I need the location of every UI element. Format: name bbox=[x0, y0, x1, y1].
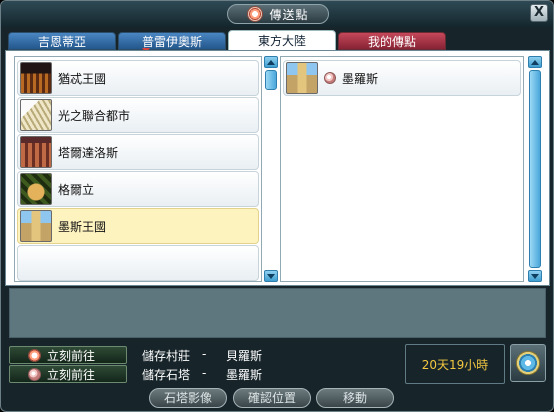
region-list: 猶忒王國 光之聯合都市 塔爾達洛斯 格爾立 墨斯王國 bbox=[14, 56, 262, 282]
separator: - bbox=[202, 347, 207, 361]
destination-label: 墨羅斯 bbox=[342, 71, 379, 86]
tab-gientia[interactable]: 吉恩蒂亞 bbox=[8, 32, 116, 50]
window-title: 傳送點 bbox=[269, 7, 309, 22]
tab-preos[interactable]: 普雷伊奧斯 bbox=[118, 32, 226, 50]
go-stone-button[interactable]: 立刻前往 bbox=[9, 365, 127, 383]
tab-my-teleports[interactable]: 我的傳點 bbox=[338, 32, 446, 50]
region-label: 墨斯王國 bbox=[58, 219, 107, 234]
stone-icon bbox=[324, 72, 336, 84]
region-label: 塔爾達洛斯 bbox=[58, 145, 119, 160]
fortress-thumbnail-icon bbox=[20, 62, 52, 94]
tower-thumbnail-icon bbox=[20, 136, 52, 168]
saved-village-label: 儲存村莊 bbox=[142, 349, 191, 363]
title-bar: 傳送點 X bbox=[1, 1, 553, 27]
forest-thumbnail-icon bbox=[20, 173, 52, 205]
destination-row[interactable]: 墨羅斯 bbox=[283, 60, 521, 96]
scroll-down-button[interactable] bbox=[528, 270, 542, 282]
scroll-up-button[interactable] bbox=[264, 56, 278, 68]
region-label: 猶忒王國 bbox=[58, 71, 107, 86]
remaining-time: 20天19小時 bbox=[405, 344, 505, 384]
gear-icon bbox=[247, 6, 264, 22]
title-pill: 傳送點 bbox=[227, 4, 329, 24]
region-row[interactable]: 猶忒王國 bbox=[17, 60, 259, 96]
destination-scrollbar[interactable] bbox=[528, 56, 542, 282]
stone-icon bbox=[28, 367, 41, 381]
scroll-down-button[interactable] bbox=[264, 270, 278, 282]
city-thumbnail-icon bbox=[20, 99, 52, 131]
go-village-label: 立刻前往 bbox=[47, 348, 96, 363]
separator: - bbox=[202, 366, 207, 380]
confirm-location-button[interactable]: 確認位置 bbox=[233, 388, 311, 408]
saved-village-value: 貝羅斯 bbox=[226, 349, 263, 363]
castle-thumbnail-icon bbox=[20, 210, 52, 242]
stone-image-button[interactable]: 石塔影像 bbox=[149, 388, 227, 408]
move-button[interactable]: 移動 bbox=[316, 388, 394, 408]
teleport-window: 傳送點 X 吉恩蒂亞 普雷伊奧斯 東方大陸 我的傳點 猶忒王國 光之聯合都市 塔… bbox=[0, 0, 554, 412]
description-box bbox=[9, 288, 546, 338]
compass-icon bbox=[516, 351, 540, 375]
region-label: 光之聯合都市 bbox=[58, 108, 131, 123]
go-stone-label: 立刻前往 bbox=[47, 367, 96, 382]
saved-stone-label: 儲存石塔 bbox=[142, 368, 191, 382]
empty-row bbox=[17, 245, 259, 281]
region-scrollbar[interactable] bbox=[264, 56, 278, 282]
region-row[interactable]: 光之聯合都市 bbox=[17, 97, 259, 133]
scroll-up-button[interactable] bbox=[528, 56, 542, 68]
scroll-thumb[interactable] bbox=[529, 70, 541, 268]
scroll-thumb[interactable] bbox=[265, 70, 277, 90]
tab-eastern-continent[interactable]: 東方大陸 bbox=[228, 30, 336, 51]
close-button[interactable]: X bbox=[530, 4, 548, 22]
gear-icon bbox=[28, 348, 41, 362]
compass-button[interactable] bbox=[510, 344, 546, 382]
destination-list: 墨羅斯 bbox=[280, 56, 524, 282]
region-row-selected[interactable]: 墨斯王國 bbox=[17, 208, 259, 244]
go-village-button[interactable]: 立刻前往 bbox=[9, 346, 127, 364]
saved-stone-value: 墨羅斯 bbox=[226, 368, 263, 382]
region-label: 格爾立 bbox=[58, 182, 95, 197]
list-area: 猶忒王國 光之聯合都市 塔爾達洛斯 格爾立 墨斯王國 墨羅斯 bbox=[5, 50, 550, 286]
region-row[interactable]: 格爾立 bbox=[17, 171, 259, 207]
castle-thumbnail-icon bbox=[286, 62, 318, 94]
region-row[interactable]: 塔爾達洛斯 bbox=[17, 134, 259, 170]
region-tabs: 吉恩蒂亞 普雷伊奧斯 東方大陸 我的傳點 bbox=[6, 30, 550, 53]
